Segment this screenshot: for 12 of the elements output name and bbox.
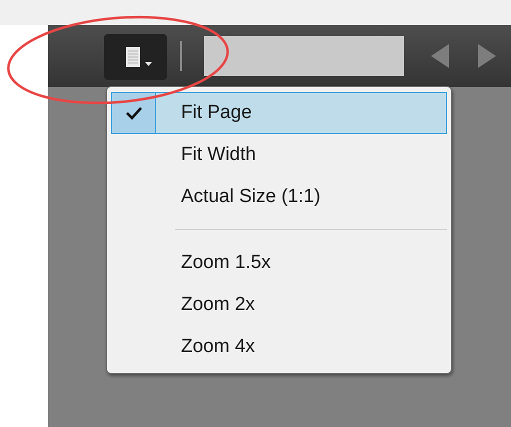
page-field[interactable]	[204, 36, 404, 76]
menu-item[interactable]: Zoom 1.5x	[111, 242, 447, 284]
page-icon	[126, 47, 140, 67]
caret-icon	[144, 62, 152, 66]
menu-item[interactable]: Fit Width	[111, 134, 447, 176]
menu-item[interactable]: Zoom 4x	[111, 326, 447, 368]
menu-item[interactable]: Zoom 2x	[111, 284, 447, 326]
next-icon[interactable]	[476, 43, 498, 69]
menu-item[interactable]: Fit Page	[111, 92, 447, 134]
menu-item[interactable]: Actual Size (1:1)	[111, 176, 447, 218]
previous-icon[interactable]	[429, 43, 451, 69]
view-menu-button[interactable]	[104, 34, 167, 80]
